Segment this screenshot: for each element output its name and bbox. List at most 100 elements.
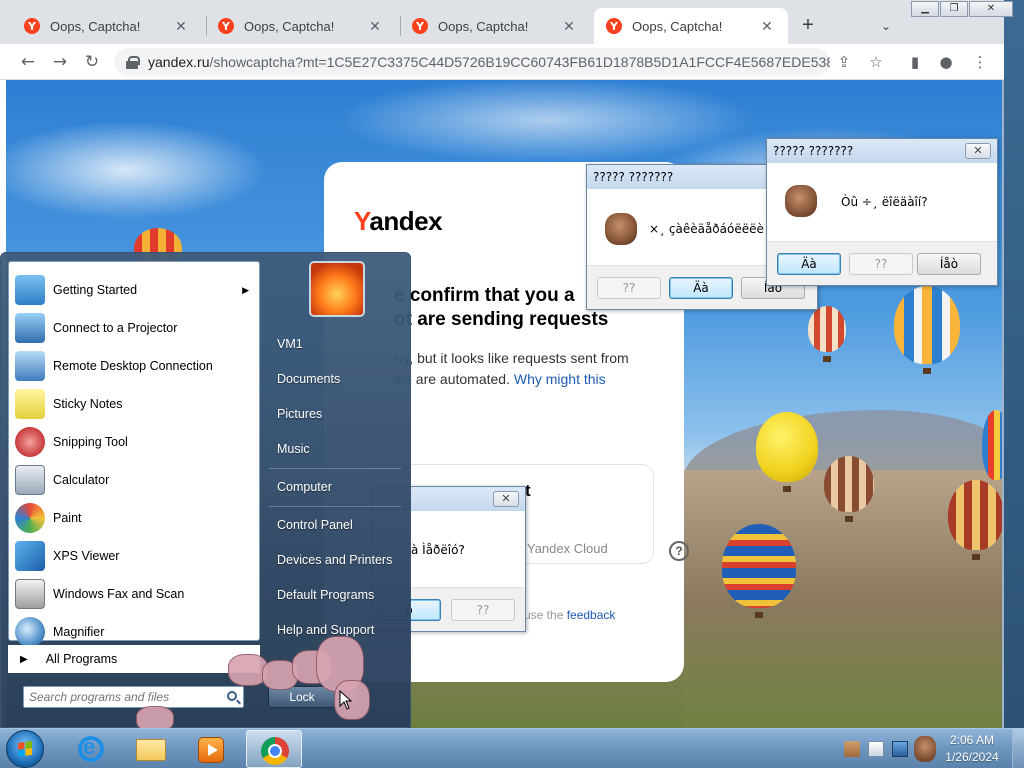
yandex-favicon-icon: Y [218, 18, 234, 34]
hot-air-balloon [756, 412, 818, 492]
tab-close-icon[interactable]: ✕ [366, 18, 384, 35]
browser-tab[interactable]: Y Oops, Captcha! ✕ [400, 8, 590, 44]
yes-button[interactable]: Äà [669, 277, 733, 299]
tab-title: Oops, Captcha! [50, 18, 141, 34]
program-label: XPS Viewer [53, 549, 120, 563]
start-divider [269, 506, 401, 507]
window-controls: ▁ ❐ ✕ [910, 1, 1013, 17]
tab-search-button[interactable]: ⌄ [874, 14, 898, 38]
taskbar-internet-explorer[interactable] [62, 730, 118, 768]
forward-arrow-icon[interactable]: → [48, 50, 72, 74]
close-window-button[interactable]: ✕ [969, 1, 1013, 17]
start-link-devices-printers[interactable]: Devices and Printers [277, 553, 392, 567]
action-center-flag-icon[interactable] [868, 741, 884, 757]
triangle-right-icon: ▶ [20, 653, 28, 665]
feedback-prefix: use the [524, 608, 567, 622]
dialog-button[interactable]: ?? [849, 253, 913, 275]
help-icon[interactable]: ? [669, 541, 689, 561]
no-button[interactable]: Íåò [917, 253, 981, 275]
face-photo-icon [605, 213, 637, 245]
browser-toolbar: ← → ↻ yandex.ru/showcaptcha?mt=1C5E27C33… [0, 44, 1004, 80]
start-link-user[interactable]: VM1 [277, 337, 303, 351]
program-label: Sticky Notes [53, 397, 123, 411]
start-link-pictures[interactable]: Pictures [277, 407, 322, 421]
program-projector[interactable]: Connect to a Projector [9, 309, 259, 347]
dialog-body: Òû ÷¸ ëîëäàîí? Äà ?? Íåò [767, 163, 997, 285]
start-link-help-support[interactable]: Help and Support [277, 623, 374, 637]
yandex-logo-y: Y [354, 206, 370, 236]
show-desktop-button[interactable] [1012, 729, 1024, 768]
program-xps-viewer[interactable]: XPS Viewer [9, 537, 259, 575]
system-clock[interactable]: 2:06 AM 1/26/2024 [936, 732, 1008, 766]
hot-air-balloon [948, 480, 1002, 560]
program-label: Calculator [53, 473, 110, 487]
program-snipping-tool[interactable]: Snipping Tool [9, 423, 259, 461]
start-link-music[interactable]: Music [277, 442, 310, 456]
hot-air-balloon [808, 306, 846, 362]
start-link-default-programs[interactable]: Default Programs [277, 588, 374, 602]
program-fax-scan[interactable]: Windows Fax and Scan [9, 575, 259, 613]
tray-app-icon[interactable] [844, 741, 860, 757]
close-icon[interactable]: ✕ [965, 143, 991, 159]
all-programs-button[interactable]: ▶ All Programs [8, 645, 260, 673]
url-text: yandex.ru/showcaptcha?mt=1C5E27C3375C44D… [148, 54, 830, 70]
dialog-message: à Ìåðëîó? [411, 543, 465, 557]
menu-kebab-icon[interactable]: ⋮ [968, 50, 992, 74]
browser-tab[interactable]: Y Oops, Captcha! ✕ [206, 8, 396, 44]
address-bar[interactable]: yandex.ru/showcaptcha?mt=1C5E27C3375C44D… [114, 48, 830, 76]
search-icon[interactable] [227, 691, 237, 701]
tab-close-icon[interactable]: ✕ [758, 18, 776, 35]
browser-tab[interactable]: Y Oops, Captcha! ✕ [12, 8, 202, 44]
start-button[interactable] [6, 730, 44, 768]
taskbar: 2:06 AM 1/26/2024 [0, 728, 1024, 768]
network-icon[interactable] [892, 741, 908, 757]
magnifier-icon [15, 617, 45, 647]
xps-viewer-icon [15, 541, 45, 571]
back-arrow-icon[interactable]: ← [16, 50, 40, 74]
side-panel-icon[interactable]: ▮ [903, 50, 927, 74]
maximize-button[interactable]: ❐ [940, 1, 968, 17]
share-icon[interactable]: ⇪ [832, 50, 856, 74]
program-label: Connect to a Projector [53, 321, 178, 335]
program-calculator[interactable]: Calculator [9, 461, 259, 499]
start-search-box[interactable] [23, 686, 244, 708]
url-path: /showcaptcha?mt=1C5E27C3375C44D5726B19CC… [209, 54, 830, 70]
feedback-link[interactable]: feedback [567, 608, 616, 622]
hot-air-balloon [824, 456, 874, 522]
dialog-button[interactable]: ?? [597, 277, 661, 299]
taskbar-explorer[interactable] [122, 730, 178, 768]
taskbar-media-player[interactable] [182, 730, 238, 768]
minimize-button[interactable]: ▁ [911, 1, 939, 17]
search-input[interactable] [24, 687, 214, 707]
program-label: Remote Desktop Connection [53, 359, 213, 373]
clock-time: 2:06 AM [949, 733, 995, 747]
program-sticky-notes[interactable]: Sticky Notes [9, 385, 259, 423]
calculator-icon [15, 465, 45, 495]
tray-face-icon[interactable] [914, 736, 936, 762]
taskbar-chrome[interactable] [246, 730, 302, 768]
dialog-title-bar: ????? ??????? ✕ [767, 139, 997, 163]
submenu-arrow-icon: ▶ [242, 284, 249, 295]
close-icon[interactable]: ✕ [493, 491, 519, 507]
yes-button[interactable]: Äà [777, 253, 841, 275]
lock-icon[interactable] [126, 56, 140, 69]
tab-close-icon[interactable]: ✕ [560, 18, 578, 35]
bookmark-star-icon[interactable]: ☆ [864, 50, 888, 74]
start-link-computer[interactable]: Computer [277, 480, 332, 494]
captcha-explanation: rry, but it looks like requests sent fro… [394, 348, 684, 390]
start-link-control-panel[interactable]: Control Panel [277, 518, 353, 532]
program-label: Getting Started [53, 283, 138, 297]
program-remote-desktop[interactable]: Remote Desktop Connection [9, 347, 259, 385]
reload-icon[interactable]: ↻ [80, 50, 104, 74]
new-tab-button[interactable]: + [796, 14, 820, 38]
browser-tab-active[interactable]: Y Oops, Captcha! ✕ [594, 8, 788, 44]
profile-avatar-icon[interactable]: ● [934, 50, 958, 74]
start-link-documents[interactable]: Documents [277, 372, 340, 386]
program-getting-started[interactable]: Getting Started ▶ [9, 271, 259, 309]
hot-air-balloon [982, 410, 1002, 480]
why-link[interactable]: Why might this [514, 371, 606, 387]
dialog-button[interactable]: ?? [451, 599, 515, 621]
program-paint[interactable]: Paint [9, 499, 259, 537]
tab-close-icon[interactable]: ✕ [172, 18, 190, 35]
user-picture-avatar[interactable] [309, 261, 365, 317]
